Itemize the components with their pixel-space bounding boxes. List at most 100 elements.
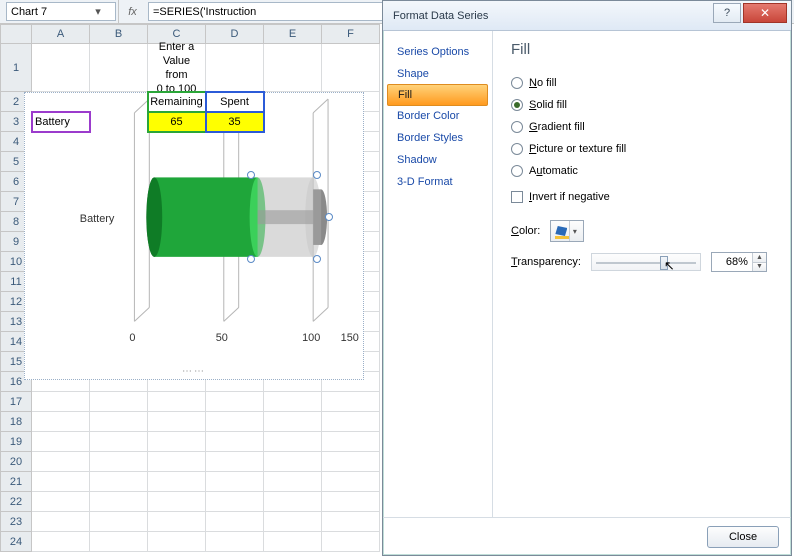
fill-option-row[interactable]: Solid fill — [511, 94, 777, 116]
cell[interactable] — [32, 452, 90, 472]
spinner-down[interactable]: ▼ — [752, 263, 766, 272]
col-header[interactable]: F — [322, 24, 380, 44]
side-panel-item[interactable]: Shadow — [383, 149, 492, 171]
cell[interactable] — [206, 532, 264, 552]
cell[interactable] — [206, 392, 264, 412]
row-header[interactable]: 20 — [0, 452, 32, 472]
cell[interactable] — [322, 532, 380, 552]
row-header[interactable]: 18 — [0, 412, 32, 432]
side-panel-item[interactable]: Fill — [387, 84, 488, 106]
fill-option-row[interactable]: No fill — [511, 72, 777, 94]
embedded-chart[interactable]: Battery 0 50 100 150 ⋯⋯ — [24, 92, 364, 380]
series-handle[interactable] — [313, 255, 321, 263]
cell[interactable] — [148, 532, 206, 552]
cell[interactable] — [322, 472, 380, 492]
cell[interactable] — [322, 44, 380, 92]
transparency-spinner[interactable]: ▲ ▼ — [711, 252, 767, 272]
name-box[interactable]: ▾ — [6, 2, 116, 21]
cell[interactable] — [206, 492, 264, 512]
cell[interactable] — [264, 532, 322, 552]
cell[interactable]: Enter aValue from0 to 100 — [148, 44, 206, 92]
side-panel-item[interactable]: 3-D Format — [383, 171, 492, 193]
series-handle[interactable] — [247, 171, 255, 179]
transparency-slider[interactable]: ↖ — [591, 253, 701, 271]
cell[interactable] — [322, 492, 380, 512]
cell[interactable] — [32, 392, 90, 412]
row-header[interactable]: 23 — [0, 512, 32, 532]
name-box-input[interactable] — [11, 6, 91, 18]
help-button[interactable]: ? — [713, 3, 741, 23]
cell[interactable] — [90, 452, 148, 472]
col-header[interactable]: A — [32, 24, 90, 44]
cell[interactable]: 65 — [148, 112, 206, 132]
cell[interactable] — [148, 512, 206, 532]
row-header[interactable]: 21 — [0, 472, 32, 492]
fill-option-row[interactable]: Automatic — [511, 160, 777, 182]
radio-icon[interactable] — [511, 165, 523, 177]
cell[interactable] — [90, 44, 148, 92]
cell[interactable] — [322, 412, 380, 432]
series-handle[interactable] — [247, 255, 255, 263]
cell[interactable] — [32, 492, 90, 512]
cell[interactable] — [206, 412, 264, 432]
col-header[interactable]: E — [264, 24, 322, 44]
fill-option-row[interactable]: Picture or texture fill — [511, 138, 777, 160]
close-x-button[interactable]: ✕ — [743, 3, 787, 23]
dialog-titlebar[interactable]: Format Data Series ? ✕ — [383, 1, 791, 31]
invert-if-negative-row[interactable]: Invert if negative — [511, 186, 777, 208]
cell[interactable] — [90, 412, 148, 432]
cell[interactable] — [32, 44, 90, 92]
transparency-input[interactable] — [712, 253, 752, 271]
radio-icon[interactable] — [511, 77, 523, 89]
cell[interactable] — [148, 492, 206, 512]
cell[interactable] — [206, 44, 264, 92]
cell[interactable] — [32, 412, 90, 432]
side-panel-item[interactable]: Border Styles — [383, 127, 492, 149]
row-header[interactable]: 1 — [0, 44, 32, 92]
radio-icon[interactable] — [511, 143, 523, 155]
fill-option-row[interactable]: Gradient fill — [511, 116, 777, 138]
cell[interactable] — [264, 512, 322, 532]
cell[interactable] — [32, 512, 90, 532]
cell[interactable] — [90, 492, 148, 512]
cell[interactable] — [322, 512, 380, 532]
chevron-down-icon[interactable]: ▾ — [569, 221, 579, 241]
side-panel-item[interactable]: Series Options — [383, 41, 492, 63]
name-box-dropdown-icon[interactable]: ▾ — [91, 5, 105, 18]
row-header[interactable]: 17 — [0, 392, 32, 412]
cell[interactable]: Remaining — [148, 92, 206, 112]
cell[interactable] — [264, 412, 322, 432]
side-panel-item[interactable]: Border Color — [383, 105, 492, 127]
checkbox-icon[interactable] — [511, 191, 523, 203]
cell[interactable] — [264, 472, 322, 492]
color-picker-button[interactable]: ▾ — [550, 220, 584, 242]
select-all-corner[interactable] — [0, 24, 32, 44]
cell[interactable] — [322, 392, 380, 412]
series-handle[interactable] — [313, 171, 321, 179]
cell[interactable] — [32, 532, 90, 552]
cell[interactable] — [90, 392, 148, 412]
cell[interactable]: Battery — [32, 112, 90, 132]
cell[interactable] — [148, 472, 206, 492]
side-panel-item[interactable]: Shape — [383, 63, 492, 85]
row-header[interactable]: 19 — [0, 432, 32, 452]
cell[interactable] — [148, 412, 206, 432]
spinner-up[interactable]: ▲ — [752, 253, 766, 263]
cell[interactable] — [90, 472, 148, 492]
cell[interactable] — [322, 452, 380, 472]
radio-icon[interactable] — [511, 99, 523, 111]
cell[interactable] — [32, 432, 90, 452]
cell[interactable] — [90, 512, 148, 532]
cell[interactable] — [90, 532, 148, 552]
chart-resize-ellipsis[interactable]: ⋯⋯ — [182, 366, 206, 377]
cell[interactable] — [264, 492, 322, 512]
cell[interactable] — [264, 44, 322, 92]
cell[interactable] — [264, 392, 322, 412]
row-header[interactable]: 24 — [0, 532, 32, 552]
cell[interactable] — [148, 392, 206, 412]
radio-icon[interactable] — [511, 121, 523, 133]
cell[interactable] — [322, 432, 380, 452]
close-button[interactable]: Close — [707, 526, 779, 548]
cell[interactable] — [264, 432, 322, 452]
col-header[interactable]: D — [206, 24, 264, 44]
